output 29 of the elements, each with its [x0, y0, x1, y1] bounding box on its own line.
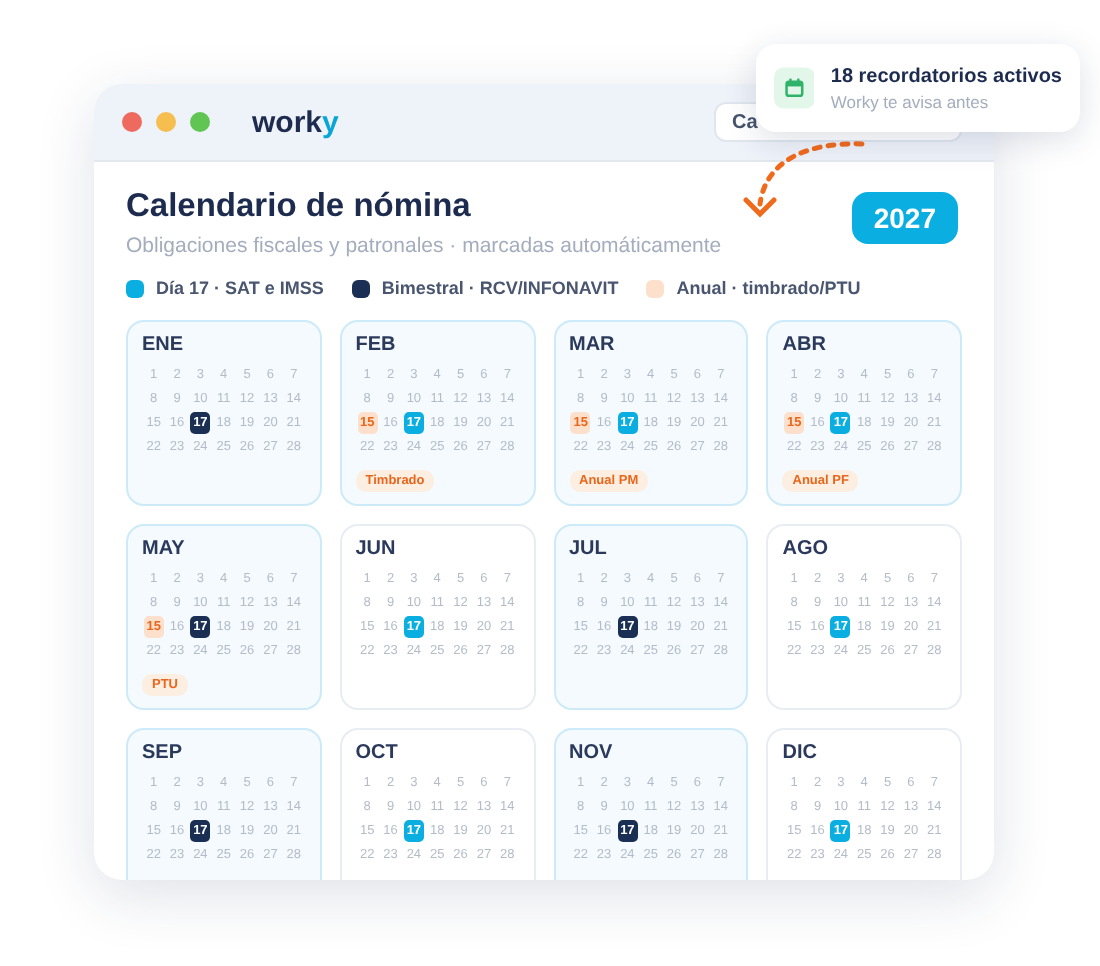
- maximize-dot-icon[interactable]: [190, 112, 210, 132]
- month-name: NOV: [569, 742, 615, 764]
- toast-subtitle: Worky te avisa antes: [830, 91, 991, 111]
- month-name: JUN: [355, 538, 398, 560]
- legend-label: Anual · timbrado/PTU: [676, 278, 861, 298]
- month-name: MAY: [142, 538, 187, 560]
- legend-label: Bimestral · RCV/INFONAVIT: [381, 278, 619, 298]
- page-title: Calendario de nómina: [126, 188, 473, 226]
- month-name: OCT: [355, 742, 400, 764]
- month-name: SEP: [142, 742, 185, 764]
- minimize-dot-icon[interactable]: [156, 112, 176, 132]
- calendar-icon: [774, 62, 815, 114]
- month-name: ABR: [782, 334, 828, 356]
- legend-swatch: [126, 279, 144, 297]
- month-name: JUL: [569, 538, 609, 560]
- page-subtitle: Obligaciones fiscales y patronales · marcadas automáticamente: [126, 234, 724, 258]
- legend-label: Día 17 · SAT e IMSS: [156, 278, 324, 298]
- legend-swatch: [646, 279, 665, 297]
- toast-title: 18 recordatorios activos: [830, 65, 1062, 87]
- close-dot-icon[interactable]: [122, 112, 142, 132]
- legend-swatch: [351, 279, 370, 297]
- brand-logo: worky: [252, 105, 339, 139]
- month-name: ENE: [142, 334, 186, 356]
- year-button[interactable]: 2027: [851, 192, 958, 244]
- month-name: DIC: [782, 742, 819, 764]
- month-name: FEB: [355, 334, 398, 356]
- month-name: AGO: [782, 538, 831, 560]
- dashed-arrow: [742, 140, 866, 220]
- month-name: MAR: [569, 334, 617, 356]
